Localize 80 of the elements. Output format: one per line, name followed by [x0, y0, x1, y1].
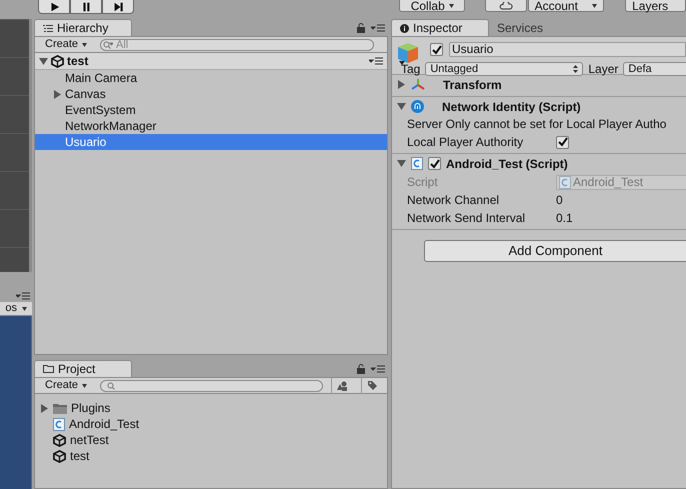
expanded-arrow-icon[interactable] [39, 56, 48, 66]
tag-label: Tag [401, 61, 420, 78]
panel-menu-icon[interactable] [371, 365, 385, 373]
expanded-arrow-icon[interactable] [397, 102, 406, 111]
collapsed-arrow-icon[interactable] [53, 90, 62, 98]
play-button[interactable] [38, 0, 70, 14]
collapsed-arrow-icon[interactable] [40, 404, 49, 412]
info-icon [400, 24, 409, 32]
pause-button[interactable] [70, 0, 102, 14]
lock-icon[interactable] [357, 364, 365, 374]
cloud-button[interactable] [485, 0, 527, 12]
account-button[interactable]: Account [528, 0, 604, 12]
shapes-icon [337, 380, 348, 390]
hierarchy-tab[interactable]: Hierarchy [34, 19, 132, 36]
create-button[interactable]: Create [40, 38, 92, 52]
add-component-button[interactable]: Add Component [424, 240, 686, 262]
collapsed-arrow-icon[interactable] [397, 80, 406, 89]
tag-dropdown[interactable]: Untagged [425, 62, 584, 76]
component-header[interactable]: Android_Test (Script) [392, 154, 686, 173]
scene-name[interactable]: test [67, 52, 88, 70]
info-message: Server Only cannot be set for Local Player Autho [406, 116, 668, 133]
project-item[interactable]: Android_Test [40, 416, 387, 432]
hierarchy-item[interactable]: Main Camera [35, 70, 387, 86]
script-file-icon [559, 176, 571, 188]
checkbox[interactable] [428, 157, 441, 170]
checkbox[interactable] [430, 43, 443, 56]
component-header[interactable]: Transform [392, 75, 686, 94]
field-label: Network Channel [407, 192, 500, 209]
project-tab[interactable]: Project [34, 360, 132, 377]
inspector-tab[interactable]: Inspector [391, 19, 489, 36]
search-field[interactable]: All [100, 38, 374, 50]
hierarchy-item[interactable]: Usuario [35, 134, 387, 150]
field-label: Network Send Interval [407, 210, 526, 227]
project-item[interactable]: test [40, 448, 387, 464]
panel-menu-icon[interactable] [16, 292, 30, 300]
layer-label: Layer [588, 61, 618, 78]
panel-menu-icon[interactable] [371, 24, 385, 32]
script-file-icon [53, 418, 65, 430]
object-name-field[interactable]: Usuario [449, 42, 686, 57]
caret-icon [82, 42, 88, 46]
search-icon [103, 40, 114, 48]
component-title: Transform [443, 76, 502, 94]
hierarchy-item[interactable]: EventSystem [35, 102, 387, 118]
search-icon [107, 382, 116, 390]
folder-icon [43, 365, 54, 373]
field-label: Local Player Authority [407, 134, 524, 151]
lock-icon[interactable] [357, 23, 365, 33]
hierarchy-item[interactable]: NetworkManager [35, 118, 387, 134]
caret-icon [22, 306, 27, 310]
search-field[interactable] [100, 380, 323, 392]
component-header[interactable]: Network Identity (Script) [392, 97, 686, 116]
create-button[interactable]: Create [40, 378, 92, 392]
inspector-tab[interactable]: Services [489, 19, 587, 36]
checkbox[interactable] [556, 136, 569, 148]
list-icon [43, 24, 53, 32]
caret-icon [448, 4, 454, 8]
field-value[interactable]: 0 [556, 191, 563, 209]
collab-button[interactable]: Collab [399, 0, 466, 12]
layer-dropdown[interactable]: Defa [623, 62, 686, 76]
field-value[interactable]: 0.1 [556, 209, 573, 227]
tag-icon [367, 380, 378, 391]
expanded-arrow-icon[interactable] [397, 159, 406, 168]
layers-button[interactable]: Layers [625, 0, 686, 12]
folder-icon [53, 402, 67, 414]
cube-icon [397, 42, 419, 66]
panel-menu-icon[interactable] [369, 57, 383, 65]
project-item[interactable]: Plugins [40, 400, 387, 416]
component-title: Network Identity (Script) [442, 98, 581, 116]
caret-icon [592, 4, 598, 8]
project-item[interactable]: netTest [40, 432, 387, 448]
caret-icon [82, 384, 88, 388]
hierarchy-item[interactable]: Canvas [35, 86, 387, 102]
up-down-arrows-icon [573, 65, 578, 73]
script-file-icon [411, 157, 423, 170]
axes-icon [411, 78, 425, 91]
dropdown[interactable]: os [0, 300, 30, 317]
step-button[interactable] [102, 0, 134, 14]
field-label: Script [407, 174, 439, 191]
component-title: Android_Test (Script) [446, 156, 568, 172]
cloud-icon [499, 2, 514, 10]
